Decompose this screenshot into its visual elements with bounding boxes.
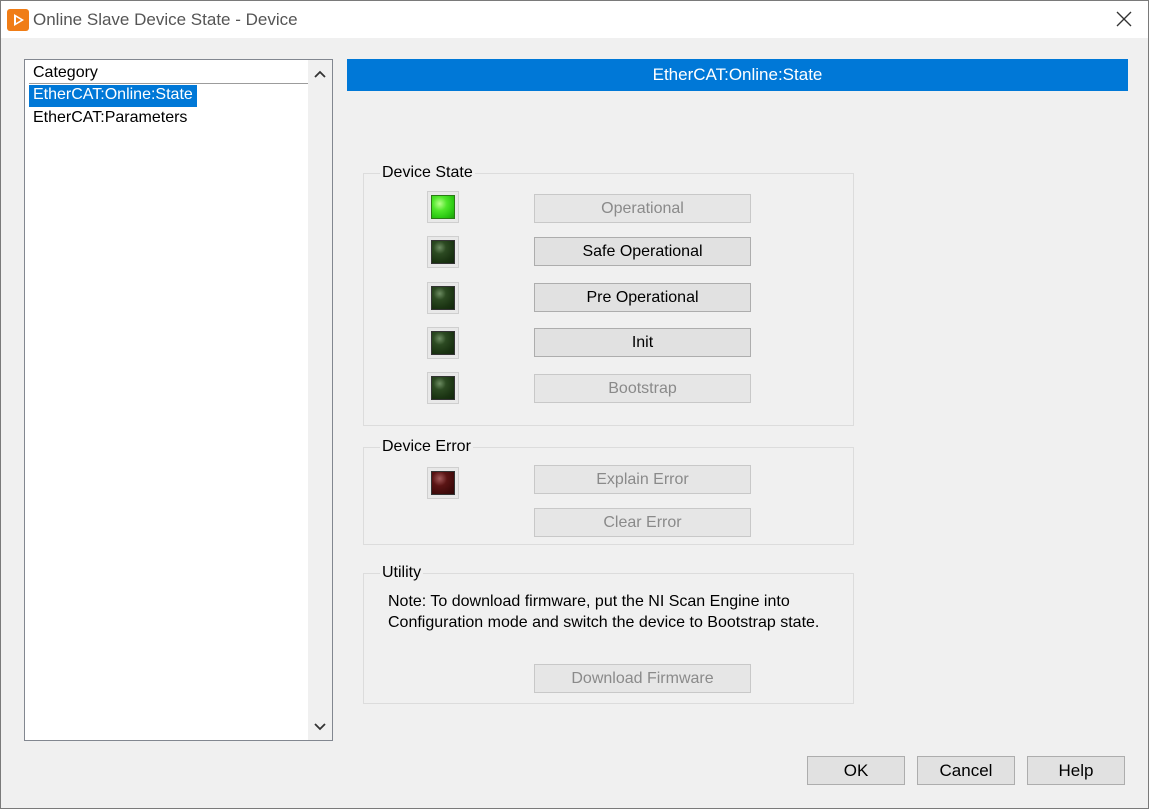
- labview-play-icon: [7, 9, 29, 31]
- close-button[interactable]: [1106, 3, 1142, 35]
- init-led: [427, 327, 459, 359]
- device-state-label: Device State: [380, 164, 475, 182]
- download-firmware-button[interactable]: Download Firmware: [534, 664, 751, 693]
- safe-operational-led: [427, 236, 459, 268]
- firmware-note: Note: To download firmware, put the NI S…: [388, 593, 820, 631]
- scroll-up-button[interactable]: [308, 62, 332, 86]
- operational-led: [427, 191, 459, 223]
- scroll-down-button[interactable]: [308, 715, 332, 739]
- bootstrap-led: [427, 372, 459, 404]
- pre-operational-led: [427, 282, 459, 314]
- category-item-online-state[interactable]: EtherCAT:Online:State: [29, 85, 197, 107]
- bootstrap-button[interactable]: Bootstrap: [534, 374, 751, 403]
- device-error-label: Device Error: [380, 438, 473, 456]
- chevron-down-icon: [314, 723, 326, 731]
- cancel-button[interactable]: Cancel: [917, 756, 1015, 785]
- category-listbox[interactable]: Category EtherCAT:Online:State EtherCAT:…: [24, 59, 333, 741]
- error-led: [427, 467, 459, 499]
- category-list: EtherCAT:Online:State EtherCAT:Parameter…: [29, 85, 309, 131]
- window-title: Online Slave Device State - Device: [33, 10, 298, 29]
- chevron-up-icon: [314, 70, 326, 78]
- ok-button[interactable]: OK: [807, 756, 905, 785]
- panel-title-bar: EtherCAT:Online:State: [347, 59, 1128, 91]
- utility-label: Utility: [380, 564, 424, 582]
- clear-error-button[interactable]: Clear Error: [534, 508, 751, 537]
- explain-error-button[interactable]: Explain Error: [534, 465, 751, 494]
- operational-button[interactable]: Operational: [534, 194, 751, 223]
- category-scrollbar[interactable]: [308, 60, 332, 740]
- category-column-header[interactable]: Category: [29, 61, 309, 84]
- help-button[interactable]: Help: [1027, 756, 1125, 785]
- pre-operational-button[interactable]: Pre Operational: [534, 283, 751, 312]
- safe-operational-button[interactable]: Safe Operational: [534, 237, 751, 266]
- close-icon: [1116, 11, 1132, 27]
- init-button[interactable]: Init: [534, 328, 751, 357]
- title-bar: Online Slave Device State - Device: [1, 1, 1148, 38]
- category-item-parameters[interactable]: EtherCAT:Parameters: [29, 108, 191, 130]
- dialog-window: Online Slave Device State - Device Categ…: [0, 0, 1149, 809]
